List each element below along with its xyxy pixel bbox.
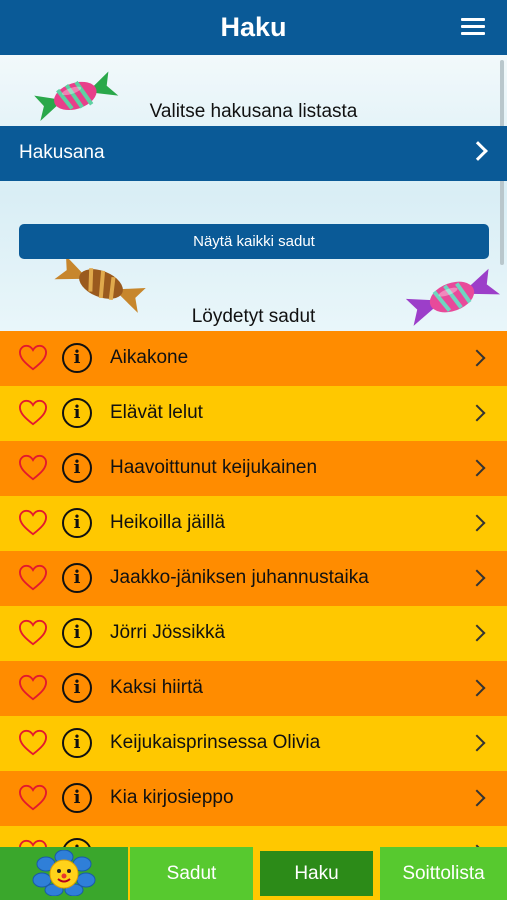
chevron-right-icon bbox=[468, 569, 486, 587]
info-icon[interactable]: i bbox=[62, 728, 92, 758]
show-all-button[interactable]: Näytä kaikki sadut bbox=[19, 224, 489, 259]
tab-sadut[interactable]: Sadut bbox=[130, 847, 253, 900]
results-title: Löydetyt sadut bbox=[191, 306, 316, 327]
info-icon[interactable]: i bbox=[62, 783, 92, 813]
bottom-tab-bar: Sadut Haku Soittolista bbox=[0, 847, 507, 900]
chevron-right-icon bbox=[468, 404, 486, 422]
flower-mascot-icon bbox=[32, 850, 96, 896]
story-title: Aikakone bbox=[110, 347, 189, 368]
tab-home-logo[interactable] bbox=[0, 847, 128, 900]
info-icon[interactable]: i bbox=[62, 838, 92, 847]
story-title: Keijukaisprinsessa Olivia bbox=[110, 732, 321, 753]
list-item[interactable]: i Heikoilla jäillä bbox=[0, 496, 507, 551]
list-item[interactable]: i Elävät lelut bbox=[0, 386, 507, 441]
hamburger-menu-icon[interactable] bbox=[461, 18, 485, 38]
list-item[interactable]: i Kaksi hiirtä bbox=[0, 661, 507, 716]
info-icon[interactable]: i bbox=[62, 343, 92, 373]
tab-haku-label: Haku bbox=[260, 851, 373, 896]
list-item[interactable]: i Haavoittunut keijukainen bbox=[0, 441, 507, 496]
heart-icon[interactable] bbox=[18, 729, 48, 757]
list-item[interactable]: i Kia kirjosieppo bbox=[0, 771, 507, 826]
chevron-right-icon bbox=[468, 624, 486, 642]
candy-brown-icon bbox=[54, 255, 146, 313]
info-icon[interactable]: i bbox=[62, 618, 92, 648]
chevron-right-icon bbox=[468, 459, 486, 477]
info-icon[interactable]: i bbox=[62, 673, 92, 703]
chevron-right-icon bbox=[468, 679, 486, 697]
heart-icon[interactable] bbox=[18, 784, 48, 812]
list-item[interactable]: i bbox=[0, 826, 507, 847]
chevron-right-icon bbox=[468, 349, 486, 367]
story-title: Kaksi hiirtä bbox=[110, 677, 203, 698]
list-item[interactable]: i Keijukaisprinsessa Olivia bbox=[0, 716, 507, 771]
heart-icon[interactable] bbox=[18, 839, 48, 847]
list-item[interactable]: i Jörri Jössikkä bbox=[0, 606, 507, 661]
top-bar: Haku bbox=[0, 0, 507, 55]
keyword-label: Hakusana bbox=[19, 142, 105, 163]
info-icon[interactable]: i bbox=[62, 398, 92, 428]
info-icon[interactable]: i bbox=[62, 563, 92, 593]
tab-soittolista[interactable]: Soittolista bbox=[380, 847, 507, 900]
heart-icon[interactable] bbox=[18, 344, 48, 372]
heart-icon[interactable] bbox=[18, 674, 48, 702]
heart-icon[interactable] bbox=[18, 619, 48, 647]
chevron-right-icon bbox=[468, 141, 488, 161]
story-title: Elävät lelut bbox=[110, 402, 203, 423]
list-item[interactable]: i Aikakone bbox=[0, 331, 507, 386]
info-icon[interactable]: i bbox=[62, 508, 92, 538]
info-icon[interactable]: i bbox=[62, 453, 92, 483]
page-title: Haku bbox=[220, 12, 287, 42]
list-item[interactable]: i Jaakko-jäniksen juhannustaika bbox=[0, 551, 507, 606]
keyword-select-row[interactable]: Hakusana bbox=[0, 126, 507, 181]
tab-haku[interactable]: Haku bbox=[255, 847, 378, 900]
heart-icon[interactable] bbox=[18, 399, 48, 427]
story-title: Heikoilla jäillä bbox=[110, 512, 226, 533]
search-area bbox=[0, 55, 507, 331]
chevron-right-icon bbox=[468, 514, 486, 532]
heart-icon[interactable] bbox=[18, 564, 48, 592]
heart-icon[interactable] bbox=[18, 509, 48, 537]
story-title: Kia kirjosieppo bbox=[110, 787, 234, 808]
chevron-right-icon bbox=[468, 789, 486, 807]
heart-icon[interactable] bbox=[18, 454, 48, 482]
story-title: Haavoittunut keijukainen bbox=[110, 457, 318, 478]
story-title: Jörri Jössikkä bbox=[110, 622, 226, 643]
chevron-right-icon bbox=[468, 734, 486, 752]
story-title: Jaakko-jäniksen juhannustaika bbox=[110, 567, 369, 588]
search-prompt: Valitse hakusana listasta bbox=[149, 101, 358, 122]
results-list: i Aikakone i Elävät lelut i Haavoittunut… bbox=[0, 331, 507, 847]
